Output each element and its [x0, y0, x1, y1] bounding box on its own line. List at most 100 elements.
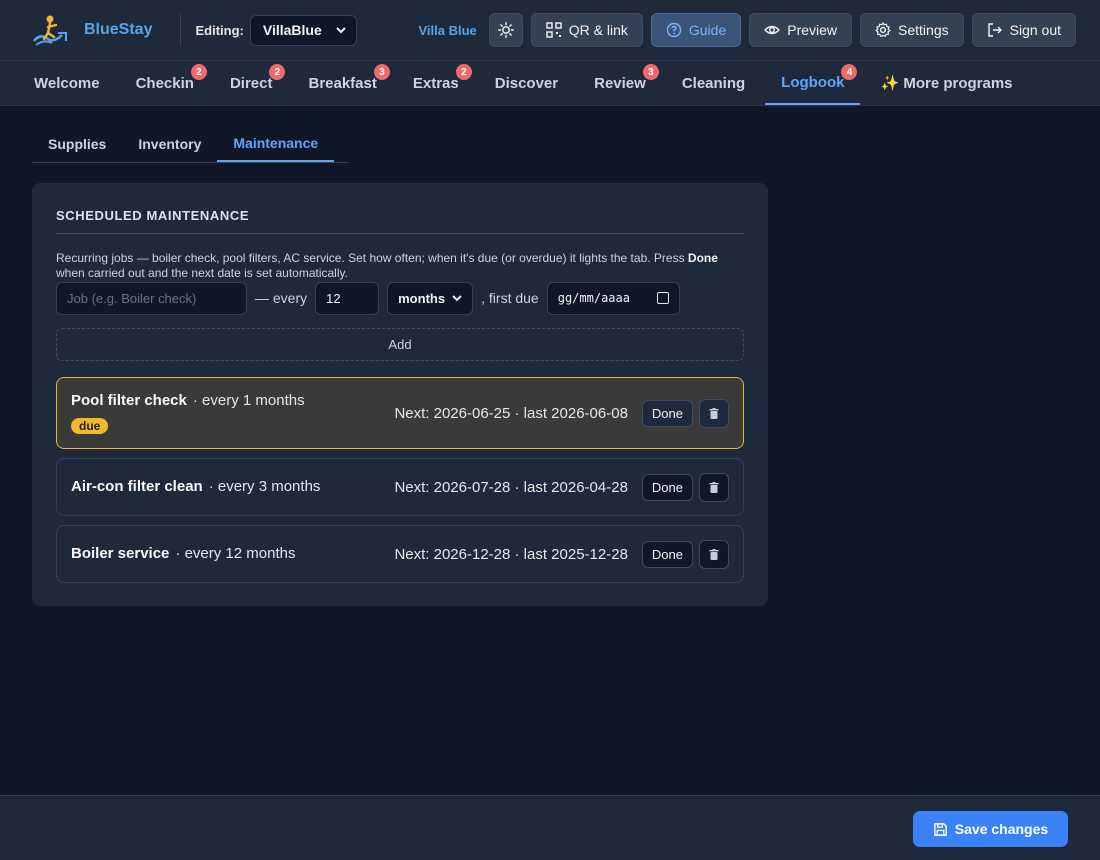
delete-button[interactable]	[699, 539, 729, 569]
tab-breakfast[interactable]: Breakfast 3	[292, 61, 392, 105]
notification-badge: 3	[642, 64, 659, 80]
tab-welcome[interactable]: Welcome	[18, 61, 116, 105]
interval-unit-select[interactable]: months	[387, 281, 474, 315]
sun-icon	[497, 22, 514, 38]
description-text: Recurring jobs — boiler check, pool filt…	[56, 251, 688, 265]
card-title: SCHEDULED MAINTENANCE	[56, 208, 744, 234]
tab-label: Discover	[494, 74, 559, 92]
villa-name: Villa Blue	[418, 22, 477, 38]
guide-button[interactable]: Guide	[650, 13, 742, 47]
save-label: Save changes	[954, 821, 1049, 837]
tab-label: Direct	[229, 74, 273, 92]
theme-toggle-button[interactable]	[488, 13, 523, 47]
add-job-form: Job (e.g. Boiler check) — every 12 month…	[56, 281, 744, 315]
sign-out-button[interactable]: Sign out	[971, 13, 1076, 47]
tab-label: ✨ More programs	[880, 75, 1013, 92]
notification-badge: 2	[269, 64, 286, 80]
calendar-icon[interactable]	[656, 292, 669, 304]
app-logo[interactable]: BlueStay	[32, 13, 152, 47]
maintenance-job: Pool filter check · every 1 months due Ne…	[56, 377, 744, 449]
tab-extras[interactable]: Extras 2	[397, 61, 475, 105]
subtab-inventory[interactable]: Inventory	[122, 126, 217, 162]
notification-badge: 4	[841, 64, 858, 80]
add-job-button[interactable]: Add	[56, 328, 744, 361]
tab-label: Review	[594, 74, 646, 92]
notification-badge: 3	[373, 64, 390, 80]
done-button[interactable]: Done	[641, 399, 693, 427]
preview-button[interactable]: Preview	[749, 13, 853, 47]
subtab-supplies[interactable]: Supplies	[32, 126, 122, 162]
save-changes-button[interactable]: Save changes	[913, 811, 1068, 847]
tab-checkin[interactable]: Checkin 2	[120, 61, 210, 105]
main-nav: Welcome Checkin 2 Direct 2 Breakfast 3 Extr…	[0, 60, 1100, 106]
qr-code-icon	[546, 22, 562, 38]
every-text: — every	[255, 290, 308, 306]
chevron-down-icon	[452, 294, 462, 301]
logo-icon	[33, 15, 67, 46]
interval-unit-value: months	[398, 290, 446, 306]
job-name-input[interactable]: Job (e.g. Boiler check)	[56, 281, 247, 315]
job-next-date: Next: 2026-12-28 · last 2025-12-28	[394, 545, 628, 563]
job-frequency: · every 3 months	[208, 478, 321, 495]
property-select[interactable]: VillaBlue	[249, 14, 357, 46]
maintenance-job: Air-con filter clean · every 3 months Nex…	[56, 458, 744, 516]
footer-bar: Save changes	[0, 795, 1100, 860]
description-text: when carried out and the next date is se…	[56, 266, 348, 280]
divider	[180, 14, 182, 46]
qr-link-button[interactable]: QR & link	[530, 13, 643, 47]
maintenance-card: SCHEDULED MAINTENANCE Recurring jobs — b…	[32, 183, 768, 606]
tab-label: Cleaning	[681, 74, 746, 92]
help-circle-icon	[666, 22, 682, 38]
gear-icon	[875, 22, 891, 38]
interval-input[interactable]: 12	[315, 281, 380, 315]
description-bold: Done	[687, 251, 718, 265]
first-due-date-input[interactable]: gg/mm/aaaa	[546, 281, 680, 315]
tab-label: Extras	[412, 74, 459, 92]
qr-link-label: QR & link	[568, 22, 628, 38]
tab-more-programs[interactable]: ✨ More programs	[864, 61, 1028, 105]
delete-button[interactable]	[699, 472, 729, 502]
tab-label: Welcome	[34, 74, 100, 92]
date-placeholder: gg/mm/aaaa	[557, 291, 630, 305]
job-next-date: Next: 2026-07-28 · last 2026-04-28	[394, 478, 628, 496]
delete-button[interactable]	[699, 398, 729, 428]
editing-label: Editing:	[195, 22, 244, 38]
maintenance-job-list: Pool filter check · every 1 months due Ne…	[56, 377, 744, 583]
job-frequency: · every 1 months	[192, 391, 305, 409]
preview-label: Preview	[787, 22, 838, 38]
settings-label: Settings	[898, 22, 949, 38]
job-name: Air-con filter clean	[71, 478, 203, 495]
trash-icon	[709, 481, 719, 493]
eye-icon	[764, 25, 781, 35]
tab-cleaning[interactable]: Cleaning	[666, 61, 761, 105]
job-next-date: Next: 2026-06-25 · last 2026-06-08	[394, 404, 628, 422]
tab-label: Logbook	[781, 73, 845, 91]
done-button[interactable]: Done	[641, 473, 693, 501]
job-name: Boiler service	[71, 545, 170, 562]
property-select-value: VillaBlue	[262, 22, 322, 38]
job-name: Pool filter check	[71, 391, 187, 409]
subtab-maintenance[interactable]: Maintenance	[217, 126, 335, 162]
due-badge: due	[71, 417, 109, 434]
job-frequency: · every 12 months	[175, 545, 296, 562]
top-bar: BlueStay Editing: VillaBlue Villa Blue Q…	[0, 0, 1100, 60]
trash-icon	[709, 407, 719, 419]
tab-label: Breakfast	[308, 74, 377, 92]
tab-logbook[interactable]: Logbook 4	[765, 61, 861, 105]
chevron-down-icon	[336, 26, 346, 33]
sign-out-icon	[987, 23, 1002, 37]
logbook-subtabs: Supplies Inventory Maintenance	[32, 126, 348, 163]
sign-out-label: Sign out	[1009, 22, 1061, 38]
tab-direct[interactable]: Direct 2	[214, 61, 289, 105]
notification-badge: 2	[455, 64, 472, 80]
tab-review[interactable]: Review 3	[578, 61, 662, 105]
settings-button[interactable]: Settings	[860, 13, 964, 47]
tab-discover[interactable]: Discover	[479, 61, 574, 105]
tab-label: Checkin	[135, 74, 194, 92]
maintenance-job: Boiler service · every 12 months Next: 20…	[56, 525, 744, 583]
notification-badge: 2	[190, 64, 207, 80]
trash-icon	[709, 548, 719, 560]
guide-label: Guide	[688, 22, 727, 38]
save-icon	[933, 822, 947, 836]
done-button[interactable]: Done	[641, 540, 693, 568]
